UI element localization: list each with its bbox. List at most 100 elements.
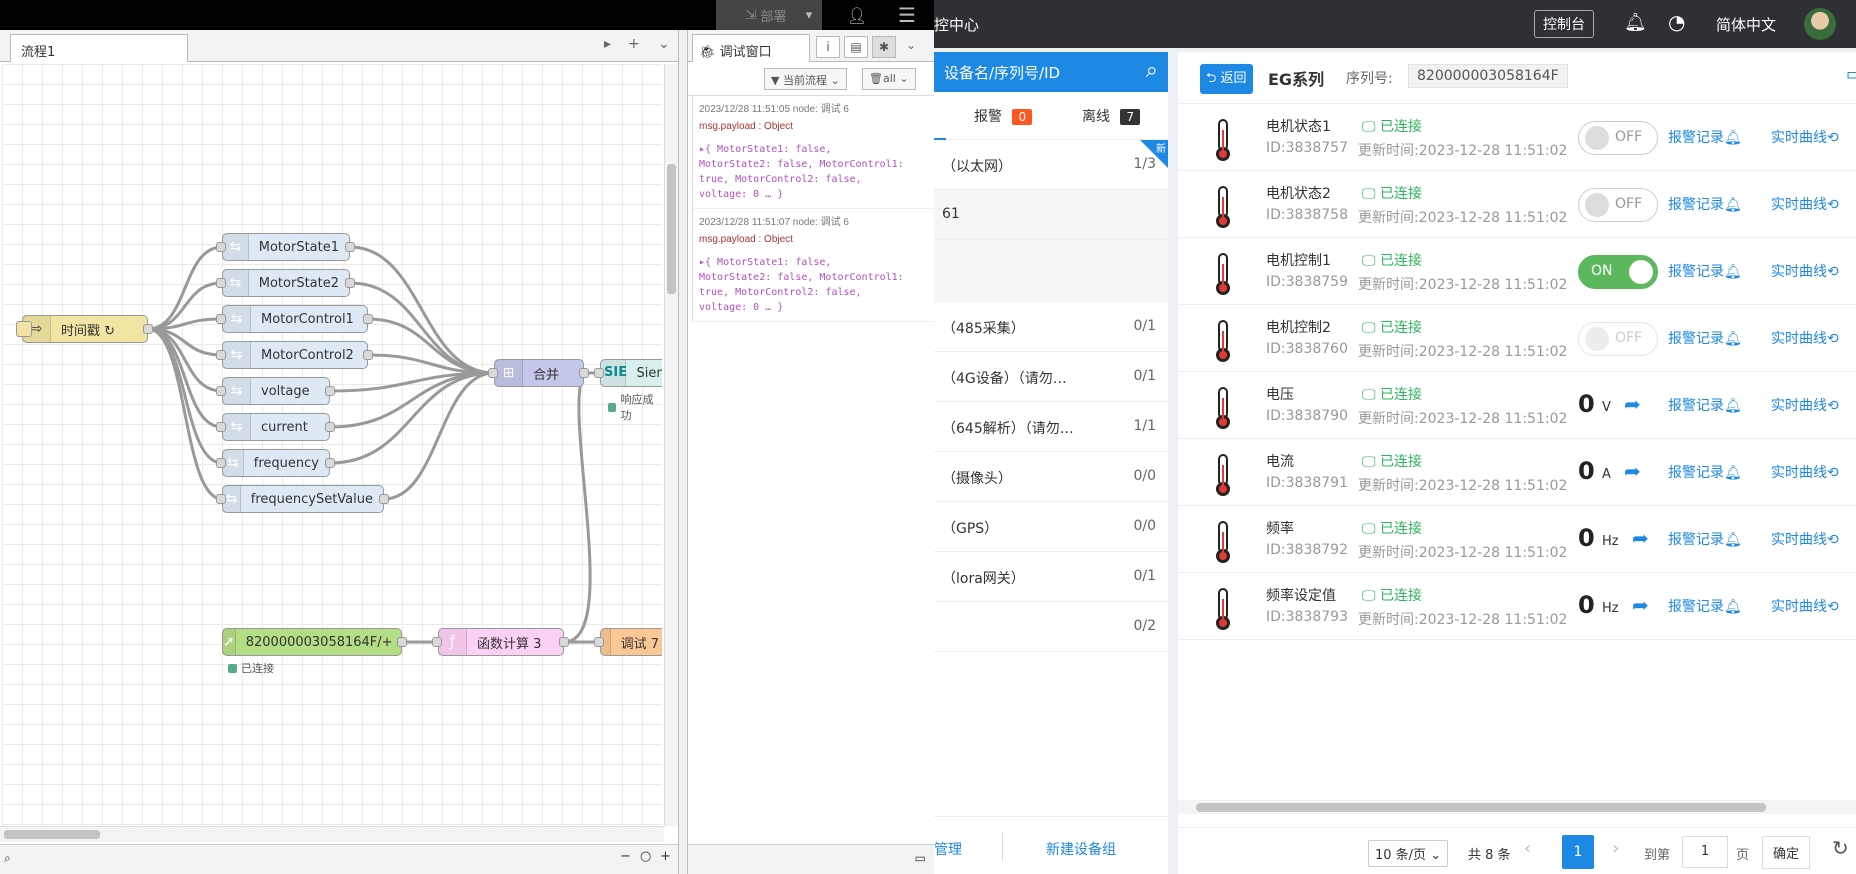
zoom-in-icon[interactable]: + [660,849,671,864]
wire[interactable] [147,327,223,465]
edit-icon[interactable]: ▭ [1846,64,1856,85]
output-port[interactable] [397,637,407,647]
vscroll-thumb[interactable] [667,164,676,294]
tab-debug[interactable]: 🐞︎ 调试窗口 [692,34,810,62]
mqtt-in-node[interactable]: ➚ 820000003058164F/+ [222,628,402,656]
output-port[interactable] [363,314,373,324]
output-port[interactable] [325,422,335,432]
change-node-MotorControl2[interactable]: ⇆ MotorControl2 [222,341,368,369]
switch-toggle[interactable]: OFF [1578,322,1658,356]
function-node[interactable]: ƒ 函数计算 3 [438,628,564,656]
wire[interactable] [147,245,223,331]
device-group-item[interactable]: （摄像头） 0/0 [934,452,1168,502]
output-port[interactable] [345,278,355,288]
info-icon[interactable]: i [816,36,840,58]
bell-icon[interactable]: 🔔︎ [1624,12,1647,33]
tab-alarm[interactable]: 报警 0 [974,106,1033,126]
realtime-curve-link[interactable]: 实时曲线⟲ [1771,194,1839,214]
input-port[interactable] [216,350,226,360]
search-input[interactable]: 设备名/序列号/ID [944,62,1060,83]
inject-trigger-button[interactable] [16,321,32,337]
output-port[interactable] [379,494,389,504]
flow-menu-icon[interactable]: ⌄ [658,36,670,52]
tab-flow1[interactable]: 流程1 [10,34,188,62]
search-icon[interactable]: ⌕ [1146,58,1158,83]
canvas-horizontal-scrollbar[interactable] [0,826,664,842]
debug-message[interactable]: 2023/12/28 11:51:07 node: 调试 6 msg.payloa… [692,209,934,322]
next-page-button[interactable]: › [1612,838,1619,859]
change-node-MotorState2[interactable]: ⇆ MotorState2 [222,269,350,297]
zoom-reset-icon[interactable]: ○ [640,849,651,864]
add-flow-icon[interactable]: + [628,36,640,52]
input-port[interactable] [216,386,226,396]
canvas-vertical-scrollbar[interactable] [664,64,678,826]
alarm-record-link[interactable]: 报警记录🔔︎ [1668,328,1742,348]
send-arrow-icon[interactable]: ➦ [1624,459,1641,483]
realtime-curve-link[interactable]: 实时曲线⟲ [1771,529,1839,549]
alarm-record-link[interactable]: 报警记录🔔︎ [1668,395,1742,415]
wire[interactable] [563,372,592,644]
input-port[interactable] [216,458,226,468]
scroll-thumb[interactable] [1196,803,1766,812]
realtime-curve-link[interactable]: 实时曲线⟲ [1771,127,1839,147]
output-port[interactable] [345,242,355,252]
page-size-select[interactable]: 10 条/页 ⌄ [1368,840,1449,867]
device-search[interactable]: 设备名/序列号/ID ⌕ [934,52,1168,92]
new-group-link[interactable]: 新建设备组 [1046,839,1116,859]
device-group-item[interactable]: （lora网关） 0/1 [934,552,1168,602]
alarm-record-link[interactable]: 报警记录🔔︎ [1668,127,1742,147]
sidebar-menu-icon[interactable]: ⌄ [906,38,916,52]
dashboard-icon[interactable]: ◔ [1668,10,1685,34]
realtime-curve-link[interactable]: 实时曲线⟲ [1771,328,1839,348]
filter-flow-select[interactable]: ▼ 当前流程 ⌄ [764,68,847,90]
change-node-MotorControl1[interactable]: ⇆ MotorControl1 [222,305,368,333]
output-port[interactable] [363,350,373,360]
device-group-item[interactable]: 61 [934,190,1168,240]
alarm-record-link[interactable]: 报警记录🔔︎ [1668,596,1742,616]
wire[interactable] [147,317,223,331]
input-port[interactable] [594,637,604,647]
back-button[interactable]: ⮌ 返回 [1200,64,1253,94]
debug-bug-icon[interactable]: ✱ [872,36,896,58]
realtime-curve-link[interactable]: 实时曲线⟲ [1771,395,1839,415]
switch-toggle[interactable]: ON [1578,255,1658,289]
device-group-item[interactable]: （645解析）（请勿… 1/1 [934,402,1168,452]
output-port[interactable] [325,386,335,396]
input-port[interactable] [216,422,226,432]
send-arrow-icon[interactable]: ➦ [1632,526,1649,550]
change-node-voltage[interactable]: ⇆ voltage [222,377,330,405]
goto-input[interactable]: 1 [1682,836,1728,868]
menu-icon[interactable]: ☰ [892,0,922,30]
output-port[interactable] [325,458,335,468]
switch-toggle[interactable]: OFF [1578,188,1658,222]
help-book-icon[interactable]: ▤ [844,36,868,58]
input-port[interactable] [594,368,604,378]
change-node-frequencySetValue[interactable]: ⇆ frequencySetValue [222,485,384,513]
sidebar-splitter[interactable] [678,30,688,874]
console-button[interactable]: 控制台 [1534,10,1594,38]
send-arrow-icon[interactable]: ➦ [1624,392,1641,416]
send-arrow-icon[interactable]: ➦ [1632,593,1649,617]
input-port[interactable] [488,368,498,378]
alarm-record-link[interactable]: 报警记录🔔︎ [1668,462,1742,482]
device-group-item[interactable]: （以太网） 1/3 新 [934,140,1168,190]
device-group-item[interactable]: （GPS） 0/0 [934,502,1168,552]
input-port[interactable] [216,278,226,288]
popout-icon[interactable]: ▭ [915,851,926,865]
flow-canvas[interactable]: ⇨ 时间戳 ↻ ⇆ MotorState1 ⇆ MotorState2 ⇆ MotorCont… [2,64,662,842]
user-icon[interactable]: 👤︎ [842,0,872,30]
horizontal-scrollbar[interactable] [1178,800,1856,814]
output-port[interactable] [579,368,589,378]
input-port[interactable] [216,494,226,504]
input-port[interactable] [216,314,226,324]
realtime-curve-link[interactable]: 实时曲线⟲ [1771,261,1839,281]
device-group-item[interactable] [934,240,1168,302]
tab-offline[interactable]: 离线 7 [1082,106,1141,126]
prev-page-button[interactable]: ‹ [1524,838,1531,859]
realtime-curve-link[interactable]: 实时曲线⟲ [1771,462,1839,482]
output-port[interactable] [143,324,153,334]
manage-link[interactable]: 管理 [934,839,962,859]
realtime-curve-link[interactable]: 实时曲线⟲ [1771,596,1839,616]
switch-toggle[interactable]: OFF [1578,121,1658,155]
wire[interactable] [329,371,495,465]
